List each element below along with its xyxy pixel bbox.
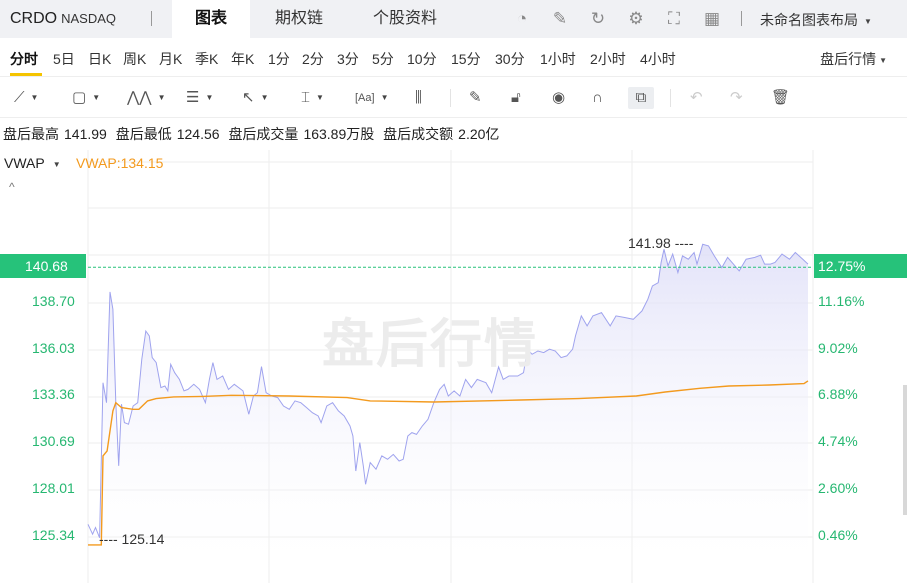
text-icon[interactable]: [Aa] ▼ xyxy=(355,87,389,109)
grid-layout-icon[interactable]: ▦ xyxy=(702,9,722,29)
divider xyxy=(151,11,152,26)
period-2m[interactable]: 2分 xyxy=(302,49,324,69)
period-intraday[interactable]: 分时 xyxy=(10,49,38,69)
y-axis-right-label: 0.46% xyxy=(818,527,858,543)
y-axis-right-label: 6.88% xyxy=(818,386,858,403)
y-axis-left-label: 128.01 xyxy=(32,480,75,497)
y-axis-right-label: 2.60% xyxy=(818,480,858,497)
y-axis-right-label: 4.74% xyxy=(818,433,858,450)
watermark: 盘后行情 xyxy=(322,316,539,374)
layout-label: 未命名图表布局 xyxy=(760,12,858,28)
y-axis-right-label: 9.02% xyxy=(818,339,858,356)
period-quarter[interactable]: 季K xyxy=(195,49,218,69)
divider xyxy=(450,89,451,107)
min-price-marker: ---- 125.14 xyxy=(99,531,165,547)
amount-value: 2.20亿 xyxy=(458,126,500,142)
gear-icon[interactable]: ⚙ xyxy=(626,9,646,29)
gauge-icon[interactable]: ◔ xyxy=(512,9,532,29)
session-dropdown[interactable]: 盘后行情 ▼ xyxy=(820,49,887,69)
exchange: NASDAQ xyxy=(61,11,117,26)
undo-icon[interactable]: ↶ xyxy=(690,87,703,109)
drawing-toolbar: ⟋ ▼ ▢ ▼ ⋀⋀ ▼ ☰ ▼ ↖ ▼ ⌶ ▼ [Aa] ▼ ⫼ ✎ 🔓︎ ◉ ∩ ⧉ ↶ … xyxy=(0,78,907,118)
tab-chart[interactable]: 图表 xyxy=(172,0,250,38)
period-5d[interactable]: 5日 xyxy=(53,49,75,69)
collapse-icon[interactable]: ^ xyxy=(9,180,15,194)
period-30m[interactable]: 30分 xyxy=(495,49,525,69)
period-10m[interactable]: 10分 xyxy=(407,49,437,69)
indicator-name: VWAP xyxy=(4,155,45,171)
fib-icon[interactable]: ☰ ▼ xyxy=(186,87,213,109)
period-1m[interactable]: 1分 xyxy=(268,49,290,69)
y-axis-left-label: 138.70 xyxy=(32,292,75,309)
volume-label: 盘后成交量 xyxy=(228,126,299,142)
redo-icon[interactable]: ↷ xyxy=(730,87,743,109)
y-axis-left-label: 130.69 xyxy=(32,433,75,450)
period-year[interactable]: 年K xyxy=(231,49,254,69)
fullscreen-icon[interactable]: ⛶ xyxy=(664,9,684,29)
arrow-icon[interactable]: ↖ ▼ xyxy=(242,87,269,109)
link-icon[interactable]: ⧉ xyxy=(628,87,654,109)
current-pct-tag: 12.75% xyxy=(814,254,907,278)
trendline-icon[interactable]: ⟋ ▼ xyxy=(14,87,38,109)
max-price-marker: 141.98 ---- xyxy=(628,235,694,251)
y-axis-left-label: 125.34 xyxy=(32,527,75,543)
period-day[interactable]: 日K xyxy=(88,49,111,69)
high-value: 141.99 xyxy=(64,126,107,142)
period-15m[interactable]: 15分 xyxy=(451,49,481,69)
high-label: 盘后最高 xyxy=(3,126,59,142)
edit-icon[interactable]: ✎ xyxy=(550,9,570,29)
chevron-down-icon: ▼ xyxy=(52,159,61,169)
chevron-down-icon: ▼ xyxy=(864,16,872,26)
trash-icon[interactable]: 🗑︎ xyxy=(771,87,790,109)
divider xyxy=(741,11,742,26)
price-area xyxy=(88,244,808,583)
candle-icon[interactable]: ⫼ xyxy=(415,87,422,109)
y-axis-left-label: 133.36 xyxy=(32,386,75,403)
active-period-underline xyxy=(10,73,42,76)
chevron-down-icon: ▼ xyxy=(879,55,887,65)
period-2h[interactable]: 2小时 xyxy=(590,49,626,69)
period-4h[interactable]: 4小时 xyxy=(640,49,676,69)
scrollbar[interactable] xyxy=(903,385,907,515)
tab-options-chain[interactable]: 期权链 xyxy=(258,0,340,38)
min-marker-value: 125.14 xyxy=(121,531,165,547)
period-1h[interactable]: 1小时 xyxy=(540,49,576,69)
vwap-value: VWAP:134.15 xyxy=(76,155,164,171)
y-axis-right-label: 11.16% xyxy=(818,292,865,309)
period-week[interactable]: 周K xyxy=(123,49,146,69)
tab-stock-profile[interactable]: 个股资料 xyxy=(355,0,455,38)
y-axis-left-label: 136.03 xyxy=(32,339,75,356)
current-price-tag: 140.68 xyxy=(0,254,86,278)
period-5m[interactable]: 5分 xyxy=(372,49,394,69)
low-value: 124.56 xyxy=(176,126,220,142)
session-label: 盘后行情 xyxy=(820,51,877,67)
lock-icon[interactable]: 🔓︎ xyxy=(511,87,521,109)
refresh-icon[interactable]: ↻ xyxy=(588,9,608,29)
pencil-icon[interactable]: ✎ xyxy=(469,87,482,109)
pattern-icon[interactable]: ⋀⋀ ▼ xyxy=(127,87,166,109)
period-3m[interactable]: 3分 xyxy=(337,49,359,69)
after-hours-summary: 盘后最高 141.99 盘后最低 124.56 盘后成交量 163.89万股 盘后成交… xyxy=(3,124,504,144)
low-label: 盘后最低 xyxy=(115,126,172,142)
max-marker-value: 141.98 xyxy=(628,235,671,251)
symbol: CRDO NASDAQ xyxy=(10,10,116,28)
measure-icon[interactable]: ⌶ ▼ xyxy=(301,87,324,109)
volume-value: 163.89万股 xyxy=(303,126,375,142)
symbol-code: CRDO xyxy=(10,10,58,27)
amount-label: 盘后成交额 xyxy=(383,126,454,142)
layout-dropdown[interactable]: 未命名图表布局 ▼ xyxy=(760,10,872,30)
indicator-dropdown[interactable]: VWAP ▼ xyxy=(4,155,61,171)
period-bar: 分时 5日 日K 周K 月K 季K 年K 1分 2分 3分 5分 10分 15分… xyxy=(0,38,907,77)
eye-icon[interactable]: ◉ xyxy=(552,87,565,109)
top-bar: CRDO NASDAQ 图表 期权链 个股资料 ◔ ✎ ↻ ⚙ ⛶ ▦ 未命名图表… xyxy=(0,0,907,38)
rectangle-icon[interactable]: ▢ ▼ xyxy=(72,87,100,109)
divider xyxy=(670,89,671,107)
magnet-icon[interactable]: ∩ xyxy=(592,87,603,109)
period-month[interactable]: 月K xyxy=(159,49,182,69)
